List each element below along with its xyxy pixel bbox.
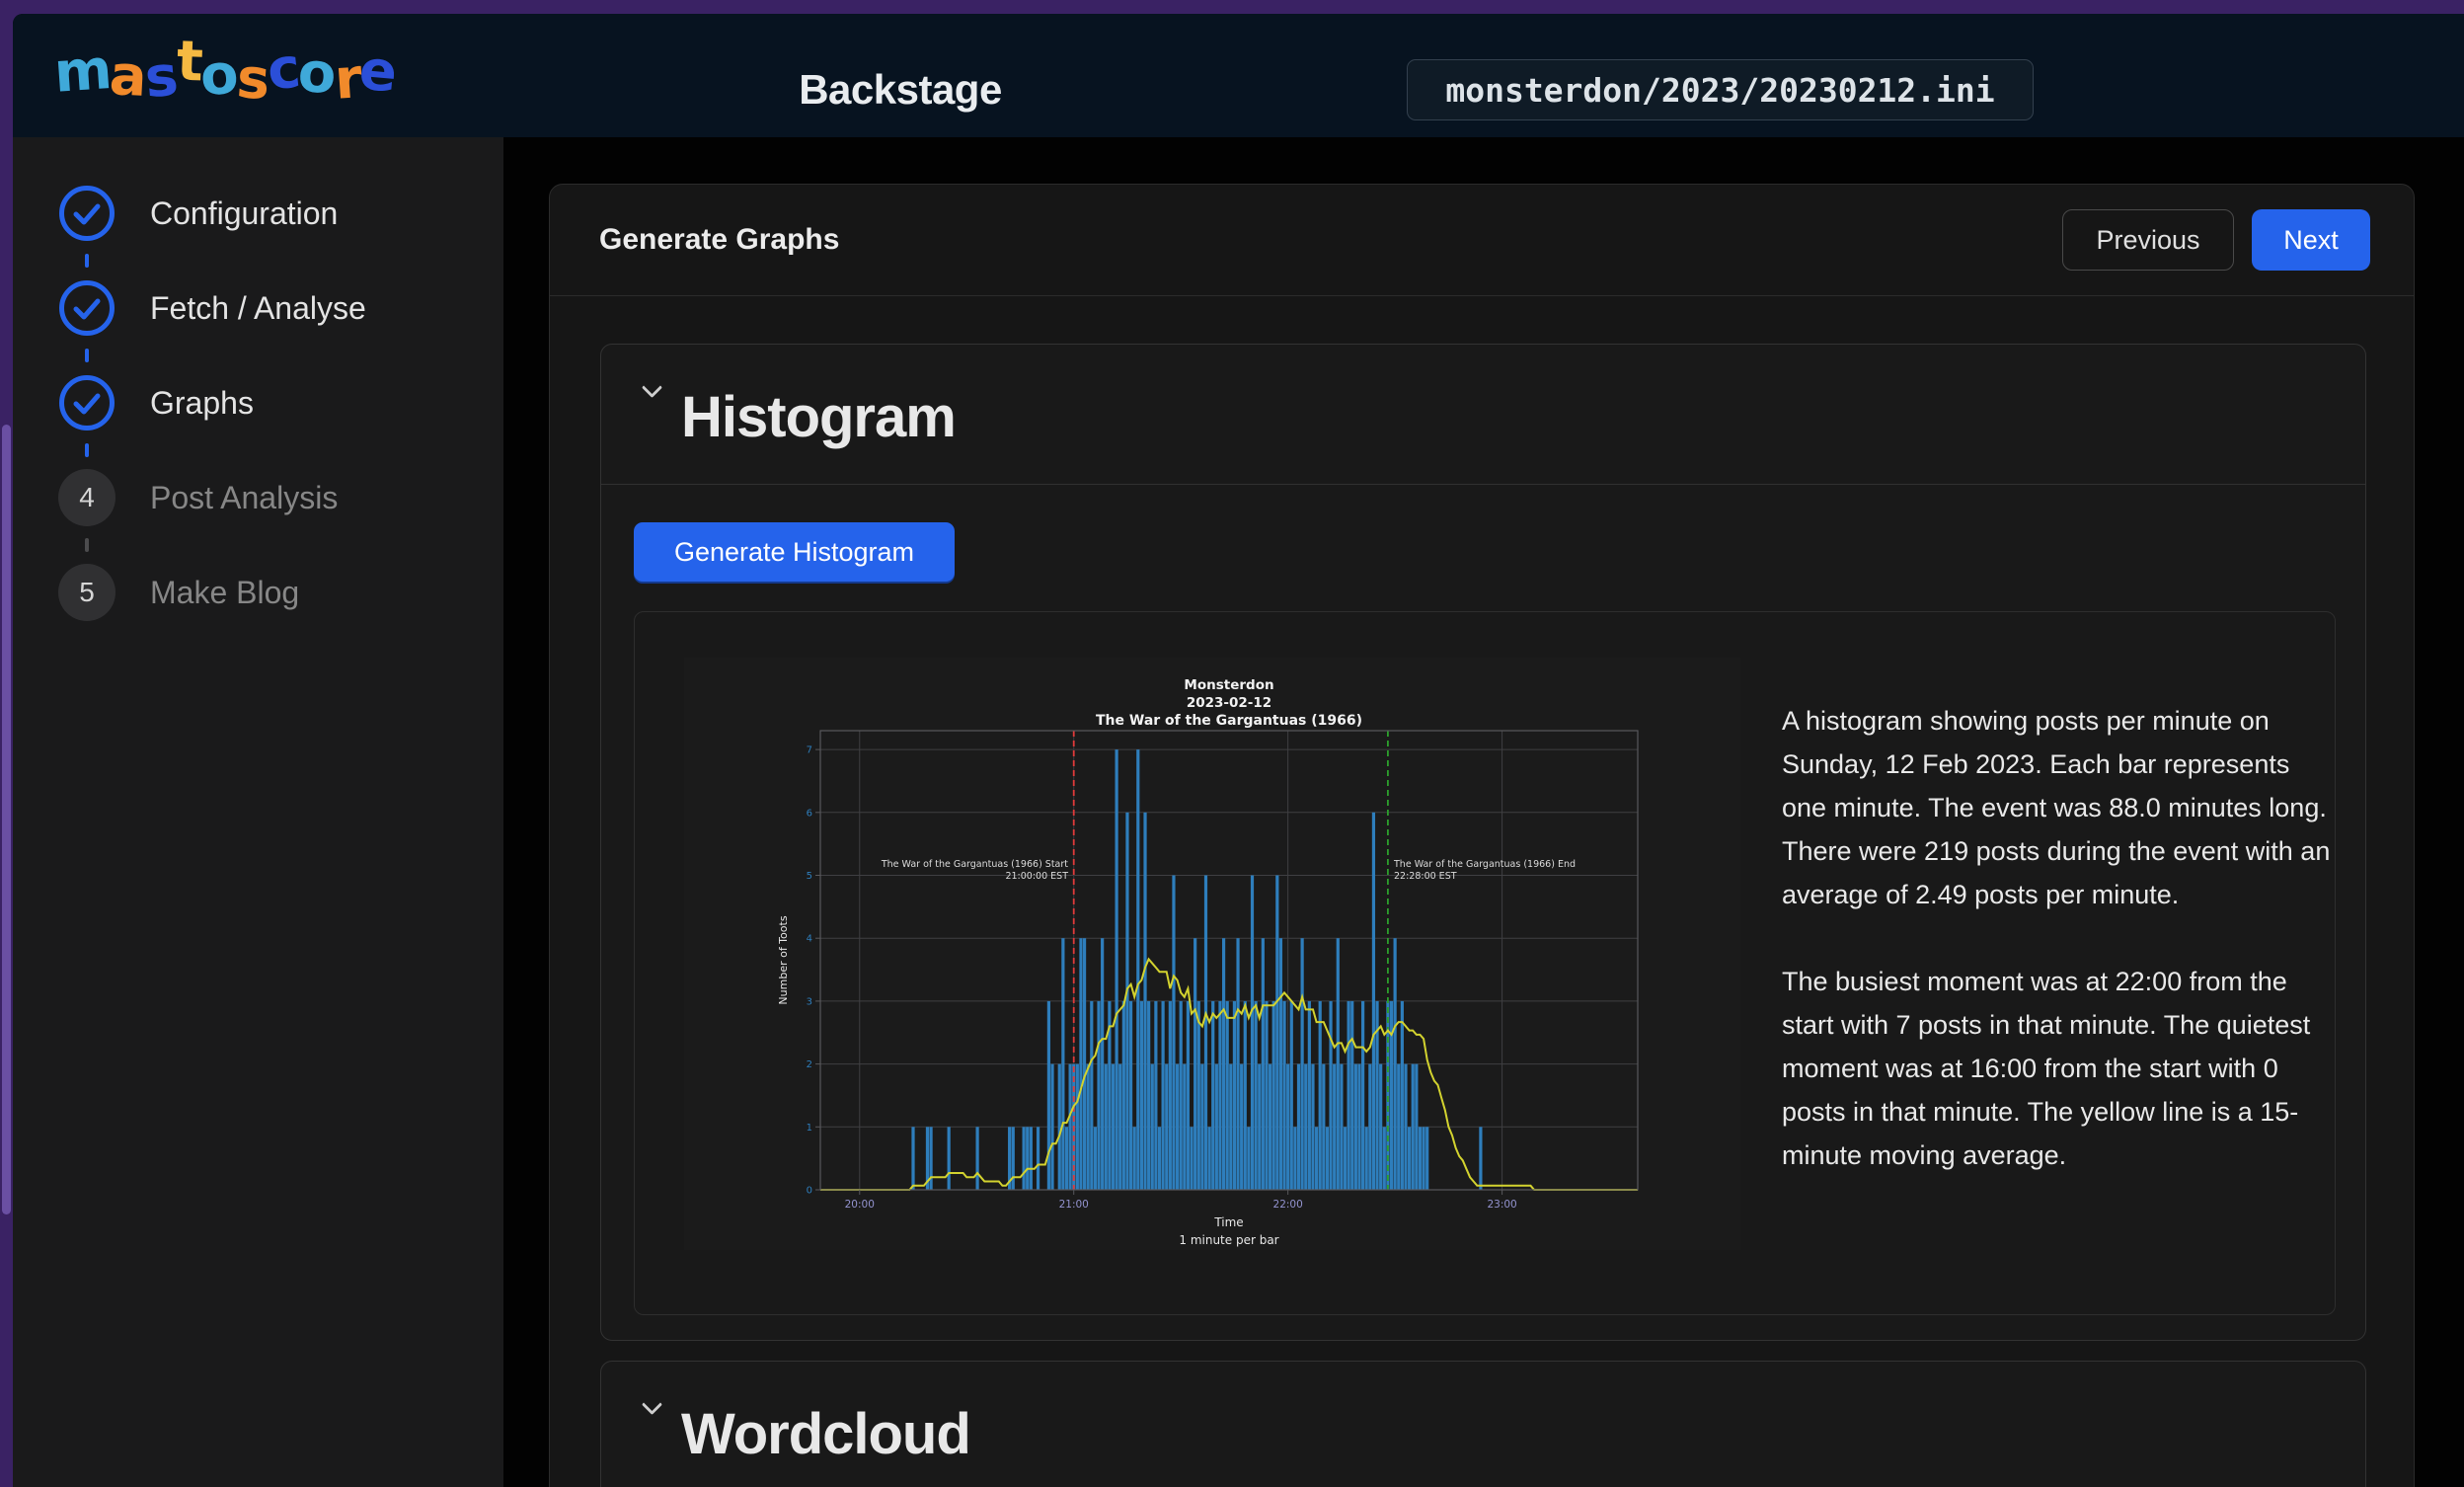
svg-text:3: 3 [807, 996, 812, 1007]
check-circle-icon [58, 374, 116, 431]
svg-text:1 minute per bar: 1 minute per bar [1179, 1233, 1278, 1247]
svg-text:The War of the Gargantuas (196: The War of the Gargantuas (1966) Start [881, 859, 1068, 870]
svg-text:Monsterdon: Monsterdon [1184, 677, 1273, 693]
histogram-result-panel: 0 1 2 3 4 5 6 7 20:00 21:00 22:00 23:00 The War of t… [634, 611, 2336, 1315]
step-number-badge: 5 [58, 564, 116, 621]
generate-graphs-card: Generate Graphs Previous Next Histogram … [549, 184, 2415, 1487]
histogram-description-paragraph: A histogram showing posts per minute on … [1782, 699, 2335, 916]
logo-letter: a [109, 43, 147, 110]
next-button[interactable]: Next [2252, 209, 2370, 271]
sidebar-item-label: Configuration [150, 196, 338, 232]
svg-text:21:00: 21:00 [1059, 1199, 1089, 1211]
svg-text:5: 5 [807, 871, 812, 882]
generate-histogram-button[interactable]: Generate Histogram [634, 522, 955, 582]
svg-text:Time: Time [1213, 1215, 1243, 1229]
svg-text:2023-02-12: 2023-02-12 [1187, 695, 1271, 711]
step-connector [85, 349, 89, 362]
svg-text:21:00:00 EST: 21:00:00 EST [1005, 871, 1068, 882]
wordcloud-section-title: Wordcloud [681, 1401, 970, 1467]
main-content: Generate Graphs Previous Next Histogram … [503, 137, 2464, 1487]
logo-letter: s [142, 44, 179, 111]
sidebar-item-label: Graphs [150, 385, 254, 422]
histogram-description-paragraph: The busiest moment was at 22:00 from the… [1782, 960, 2335, 1177]
logo-letter: r [333, 46, 362, 113]
mastoscore-logo[interactable]: mastoscore [54, 36, 395, 120]
sidebar-item-label: Fetch / Analyse [150, 290, 366, 327]
page-title: Backstage [799, 66, 1002, 114]
svg-text:6: 6 [807, 808, 812, 819]
svg-text:0: 0 [807, 1186, 812, 1197]
sidebar-item-configuration[interactable]: Configuration [13, 184, 503, 243]
window-frame-top [0, 0, 2464, 14]
sidebar-item-fetch-analyse[interactable]: Fetch / Analyse [13, 278, 503, 338]
card-title: Generate Graphs [599, 223, 839, 257]
wordcloud-section-header: Wordcloud [601, 1362, 2365, 1487]
svg-text:23:00: 23:00 [1487, 1199, 1516, 1211]
wordcloud-section: Wordcloud [600, 1361, 2366, 1487]
histogram-section-title: Histogram [681, 384, 956, 450]
step-number-badge: 4 [58, 469, 116, 526]
sidebar-item-make-blog[interactable]: 5 Make Blog [13, 563, 503, 622]
histogram-chart: 0 1 2 3 4 5 6 7 20:00 21:00 22:00 23:00 The War of t… [684, 658, 1740, 1250]
svg-text:20:00: 20:00 [845, 1199, 875, 1211]
card-header: Generate Graphs Previous Next [550, 185, 2414, 296]
check-circle-icon [58, 279, 116, 337]
sidebar-item-label: Post Analysis [150, 480, 338, 516]
svg-text:The War of the Gargantuas (196: The War of the Gargantuas (1966) End [1393, 859, 1576, 870]
svg-text:4: 4 [807, 934, 812, 945]
step-connector [85, 443, 89, 457]
steps-sidebar: Configuration Fetch / Analyse Graphs 4 Po… [13, 137, 503, 1487]
app-header: mastoscore Backstage monsterdon/2023/202… [13, 14, 2464, 137]
step-connector [85, 254, 89, 268]
svg-text:The War of the Gargantuas (196: The War of the Gargantuas (1966) [1096, 713, 1362, 729]
logo-letter: o [297, 40, 337, 107]
histogram-section: Histogram Generate Histogram 0 1 2 3 4 5 6 7 20:… [600, 344, 2366, 1341]
chevron-down-icon[interactable] [642, 1394, 662, 1415]
logo-letter: m [52, 38, 113, 106]
histogram-section-header: Histogram [601, 345, 2365, 485]
logo-letter: o [199, 42, 239, 109]
app-window: mastoscore Backstage monsterdon/2023/202… [13, 14, 2464, 1487]
chevron-down-icon[interactable] [642, 377, 662, 398]
logo-letter: s [235, 46, 270, 113]
histogram-description: A histogram showing posts per minute on … [1782, 699, 2335, 1177]
sidebar-item-graphs[interactable]: Graphs [13, 373, 503, 432]
svg-text:7: 7 [807, 745, 812, 756]
previous-button[interactable]: Previous [2062, 209, 2234, 271]
logo-letter: e [357, 39, 399, 106]
scrollbar-thumb[interactable] [2, 425, 11, 1214]
config-file-badge[interactable]: monsterdon/2023/20230212.ini [1407, 59, 2034, 120]
sidebar-item-post-analysis[interactable]: 4 Post Analysis [13, 468, 503, 527]
sidebar-item-label: Make Blog [150, 575, 299, 611]
svg-text:2: 2 [807, 1059, 812, 1070]
svg-text:22:00: 22:00 [1273, 1199, 1303, 1211]
svg-text:Number of Toots: Number of Toots [777, 915, 790, 1004]
svg-text:22:28:00 EST: 22:28:00 EST [1394, 871, 1457, 882]
logo-letter: t [175, 30, 201, 95]
step-connector [85, 538, 89, 552]
check-circle-icon [58, 185, 116, 242]
svg-text:1: 1 [807, 1123, 812, 1134]
